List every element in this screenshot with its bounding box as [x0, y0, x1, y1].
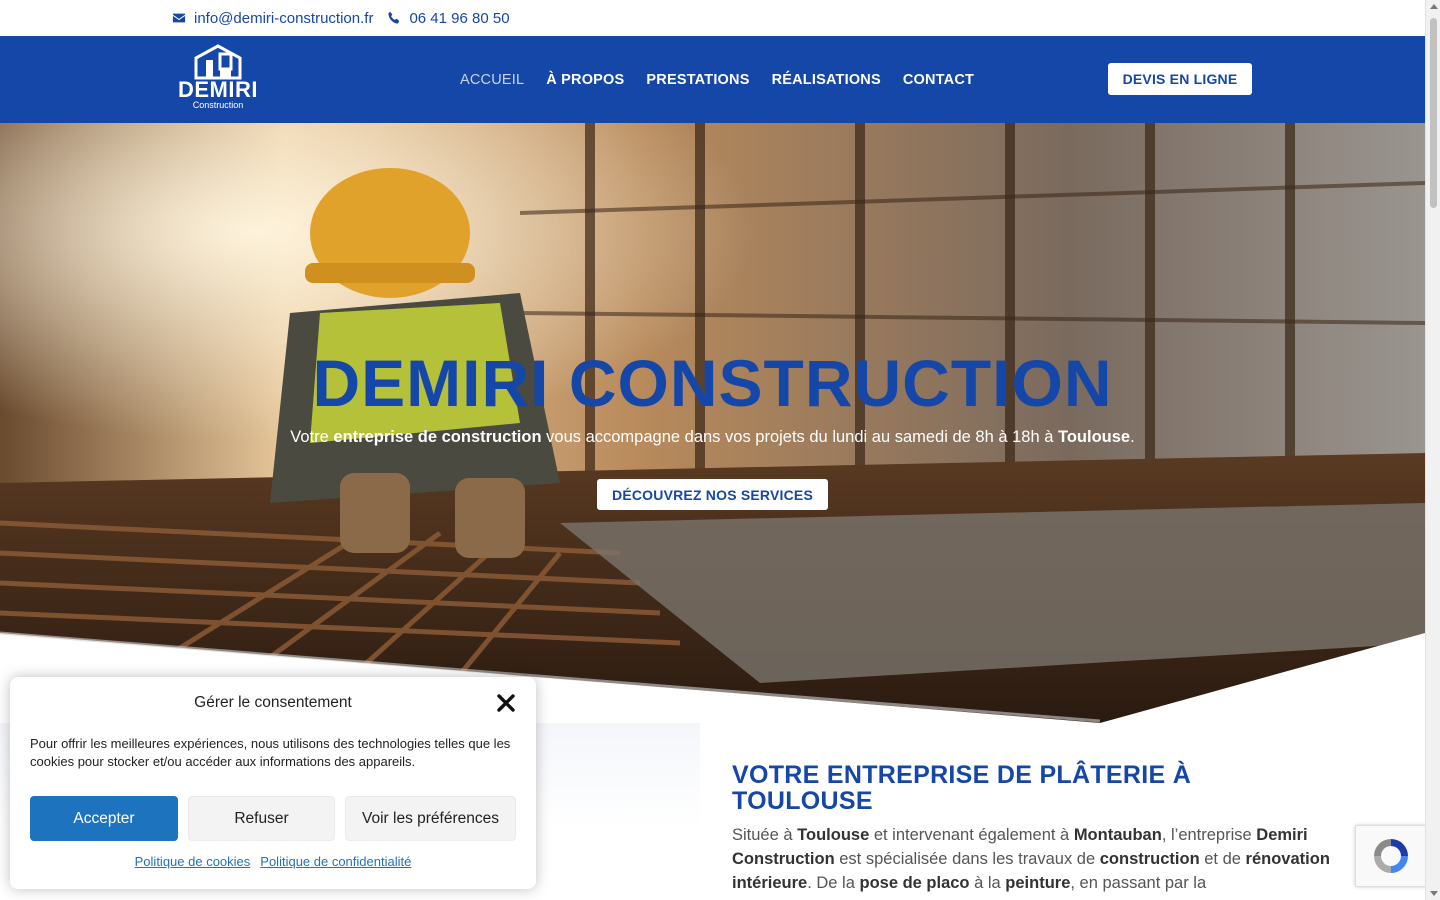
hero-subtitle-bold: entreprise de construction: [333, 428, 542, 446]
close-button[interactable]: [496, 693, 516, 713]
section-paragraph: Située à Toulouse et intervenant égaleme…: [732, 823, 1372, 895]
text-part: est spécialisée dans les travaux de: [834, 850, 1100, 868]
phone-icon: [388, 11, 400, 24]
envelope-icon: [172, 13, 186, 23]
hero-title: DEMIRI CONSTRUCTION: [312, 346, 1113, 420]
hero-background-image: [0, 123, 1425, 723]
logo-name: DEMIRI: [178, 77, 258, 102]
nav-realisations[interactable]: RÉALISATIONS: [772, 72, 881, 88]
house-logo-icon: [194, 44, 242, 80]
top-contact-bar: info@demiri-construction.fr 06 41 96 80 …: [0, 0, 1425, 36]
cookie-policy-link[interactable]: Politique de cookies: [135, 854, 251, 869]
recaptcha-icon: [1374, 839, 1408, 873]
email-text[interactable]: info@demiri-construction.fr: [194, 10, 373, 27]
nav-contact[interactable]: CONTACT: [903, 72, 974, 88]
text-bold: construction: [1099, 850, 1200, 868]
hero-subtitle: Votre entreprise de construction vous ac…: [0, 428, 1425, 447]
text-bold: peinture: [1005, 874, 1071, 892]
consent-description: Pour offrir les meilleures expériences, …: [30, 736, 511, 769]
main-nav: ACCUEIL À PROPOS PRESTATIONS RÉALISATION…: [460, 36, 974, 123]
logo-subtitle: Construction: [192, 100, 244, 110]
email-link[interactable]: info@demiri-construction.fr: [172, 10, 373, 27]
text-part: et de: [1199, 850, 1246, 868]
nav-a-propos[interactable]: À PROPOS: [546, 72, 624, 88]
text-part: à la: [969, 874, 1006, 892]
scroll-down-arrow-icon[interactable]: [1430, 891, 1438, 896]
section-title: VOTRE ENTREPRISE DE PLÂTERIE À TOULOUSE: [732, 761, 1192, 815]
site-logo[interactable]: DEMIRI Construction: [172, 44, 264, 116]
text-part: Située à: [732, 826, 798, 844]
scrollbar-thumb[interactable]: [1430, 18, 1437, 208]
text-bold: Toulouse: [797, 826, 870, 844]
hero-subtitle-part: Votre: [290, 428, 334, 446]
text-part: , en passant par la: [1070, 874, 1207, 892]
recaptcha-badge[interactable]: [1355, 825, 1427, 887]
text-part: . De la: [807, 874, 860, 892]
text-part: et intervenant également à: [869, 826, 1074, 844]
consent-title: Gérer le consentement: [194, 694, 352, 711]
hero-subtitle-part: vous accompagne dans vos projets du lund…: [541, 428, 1058, 446]
phone-link[interactable]: 06 41 96 80 50: [387, 10, 510, 27]
main-header: DEMIRI Construction ACCUEIL À PROPOS PRE…: [0, 36, 1425, 123]
page-scrollbar[interactable]: [1425, 0, 1440, 900]
privacy-policy-link[interactable]: Politique de confidentialité: [260, 854, 411, 869]
text-bold: Montauban: [1073, 826, 1162, 844]
text-bold: pose de placo: [859, 874, 970, 892]
refuse-button[interactable]: Refuser: [188, 796, 335, 841]
hero-subtitle-part: .: [1130, 428, 1135, 446]
nav-prestations[interactable]: PRESTATIONS: [646, 72, 749, 88]
consent-links: Politique de cookies Politique de confid…: [10, 854, 536, 869]
decouvrez-services-button[interactable]: DÉCOUVREZ NOS SERVICES: [597, 479, 828, 510]
accept-button[interactable]: Accepter: [30, 796, 178, 841]
hero-section: DEMIRI CONSTRUCTION Votre entreprise de …: [0, 123, 1425, 723]
preferences-button[interactable]: Voir les préférences: [345, 796, 516, 841]
close-icon: [497, 694, 515, 712]
nav-accueil[interactable]: ACCUEIL: [460, 72, 524, 88]
hero-subtitle-bold: Toulouse: [1058, 428, 1131, 446]
scroll-up-arrow-icon[interactable]: [1430, 4, 1438, 9]
text-part: , l’entreprise: [1161, 826, 1257, 844]
phone-text[interactable]: 06 41 96 80 50: [409, 10, 509, 27]
devis-en-ligne-button[interactable]: DEVIS EN LIGNE: [1108, 63, 1252, 95]
cookie-consent-dialog: Gérer le consentement Pour offrir les me…: [10, 677, 536, 889]
